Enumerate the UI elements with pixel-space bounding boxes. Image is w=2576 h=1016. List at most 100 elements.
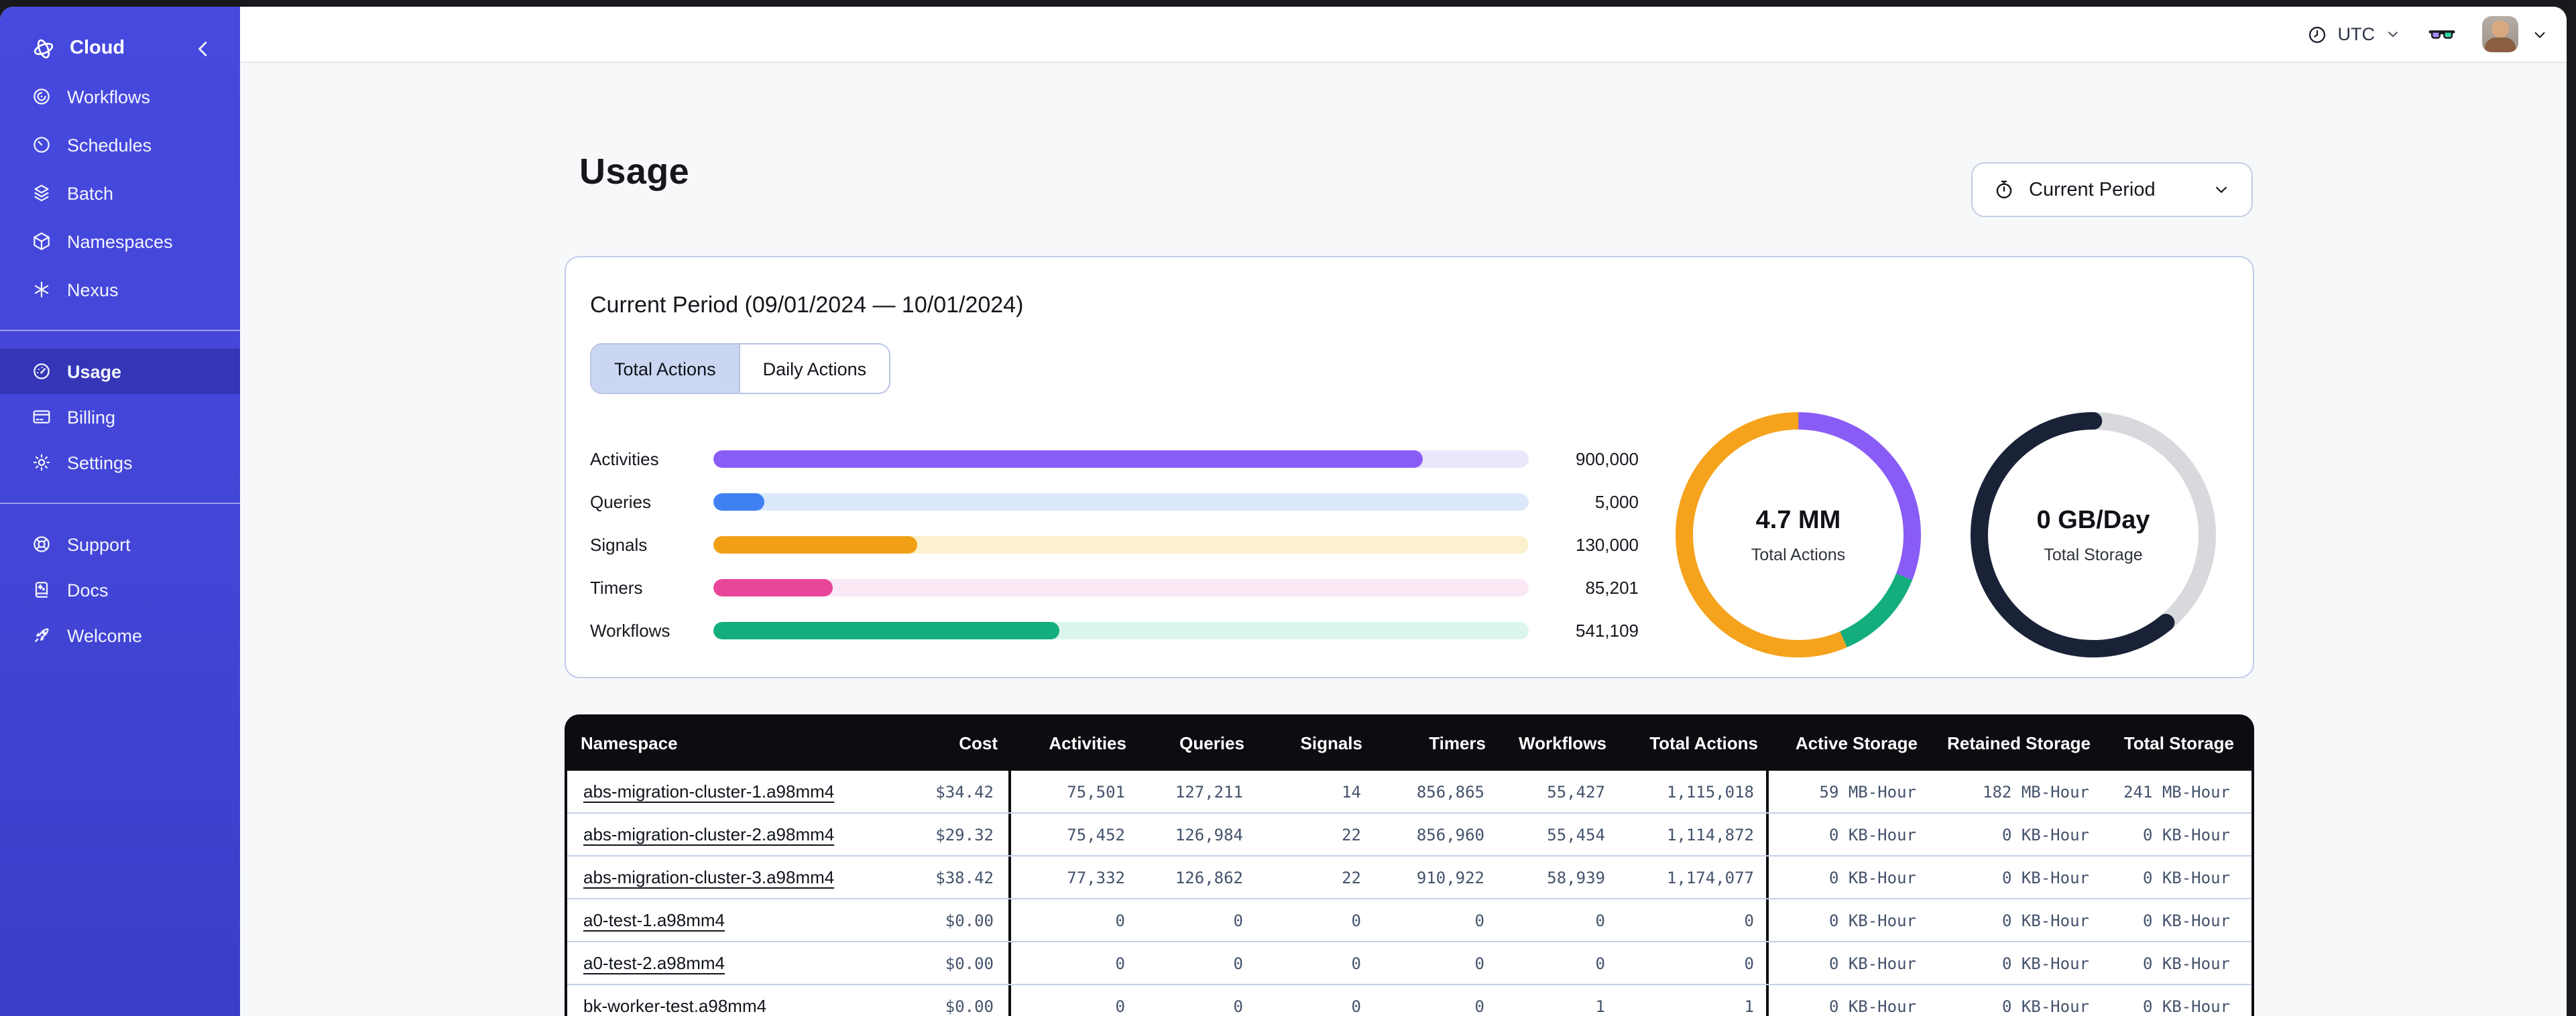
sidebar-item-billing[interactable]: Billing <box>0 394 240 440</box>
sidebar-item-nexus[interactable]: Nexus <box>0 265 240 314</box>
bar-value: 541,109 <box>1576 620 1639 640</box>
cell-signals: 0 <box>1351 911 1361 930</box>
cell-activities: 0 <box>1115 997 1125 1015</box>
glasses-icon[interactable] <box>2427 19 2457 49</box>
bar-fill <box>713 450 1423 467</box>
cell-timers: 0 <box>1474 997 1484 1015</box>
sidebar-group-help: Support Docs Welcome <box>0 521 240 658</box>
chevron-down-icon <box>2530 25 2549 44</box>
sidebar-group-account: Usage Billing Settings <box>0 348 240 485</box>
cell-timers: 856,960 <box>1416 825 1484 844</box>
table-row: abs-migration-cluster-1.a98mm4 $34.42 75,5… <box>567 771 2251 814</box>
sidebar-item-schedules[interactable]: Schedules <box>0 121 240 169</box>
cell-total-storage: 0 KB-Hour <box>2142 868 2230 887</box>
cell-total-actions: 1,174,077 <box>1617 856 1769 898</box>
sidebar-item-settings[interactable]: Settings <box>0 440 240 485</box>
docs-icon <box>31 579 52 600</box>
tab-daily-actions[interactable]: Daily Actions <box>738 344 890 393</box>
donut-center: 4.7 MM Total Actions <box>1674 410 1923 659</box>
table-row: abs-migration-cluster-3.a98mm4 $38.42 77,3… <box>567 856 2251 899</box>
sidebar-item-label: Schedules <box>67 135 152 155</box>
cell-activities: 75,452 <box>1067 825 1125 844</box>
bar-fill <box>713 621 1060 639</box>
cell-retained-storage: 0 KB-Hour <box>2001 997 2089 1015</box>
cell-activities: 0 <box>1115 911 1125 930</box>
cell-total-actions: 1,115,018 <box>1617 771 1769 812</box>
usage-card-title: Current Period (09/01/2024 — 10/01/2024) <box>590 292 1024 318</box>
cell-retained-storage: 0 KB-Hour <box>2001 868 2089 887</box>
namespace-link[interactable]: a0-test-2.a98mm4 <box>583 953 725 973</box>
sidebar-brand: Cloud <box>0 24 240 72</box>
namespaces-icon <box>31 231 52 252</box>
sidebar-item-label: Nexus <box>67 279 119 300</box>
sidebar: Cloud Workflows Schedules Batch Namespaces N… <box>0 7 240 1016</box>
sidebar-item-docs[interactable]: Docs <box>0 567 240 613</box>
cell-queries: 126,862 <box>1175 868 1243 887</box>
cell-workflows: 0 <box>1595 911 1605 930</box>
sidebar-item-workflows[interactable]: Workflows <box>0 72 240 121</box>
cell-total-actions: 1,114,872 <box>1617 814 1769 855</box>
account-menu[interactable] <box>2482 16 2549 52</box>
bar-row-queries: Queries 5,000 <box>581 480 1640 523</box>
donut-center: 0 GB/Day Total Storage <box>1969 410 2218 659</box>
bar-row-timers: Timers 85,201 <box>581 566 1640 609</box>
cell-namespace: a0-test-1.a98mm4 <box>567 899 866 941</box>
cell-cost: $0.00 <box>866 942 1011 984</box>
cell-cost: $0.00 <box>866 985 1011 1016</box>
cell-cost: $0.00 <box>866 899 1011 941</box>
sidebar-item-label: Billing <box>67 407 116 427</box>
brand-label: Cloud <box>70 38 125 59</box>
sidebar-collapse-button[interactable] <box>190 36 216 61</box>
cell-active-storage: 0 KB-Hour <box>1828 825 1916 844</box>
column-header-timers: Timers <box>1429 733 1486 753</box>
sidebar-group-main: Workflows Schedules Batch Namespaces Nexus <box>0 72 240 314</box>
donut-value: 0 GB/Day <box>2036 506 2150 534</box>
cell-timers: 910,922 <box>1416 868 1484 887</box>
namespace-link[interactable]: abs-migration-cluster-3.a98mm4 <box>583 867 834 887</box>
bar-track <box>713 535 1529 553</box>
cell-workflows: 55,427 <box>1547 782 1605 801</box>
batch-icon <box>31 182 52 204</box>
sidebar-item-batch[interactable]: Batch <box>0 169 240 217</box>
bar-track <box>713 621 1529 639</box>
cell-queries: 0 <box>1233 997 1243 1015</box>
namespace-link[interactable]: a0-test-1.a98mm4 <box>583 910 725 930</box>
cell-signals: 14 <box>1342 782 1361 801</box>
column-header-cost: Cost <box>959 733 998 753</box>
sidebar-item-welcome[interactable]: Welcome <box>0 613 240 658</box>
donut-label: Total Storage <box>2044 545 2143 564</box>
cell-active-storage: 59 MB-Hour <box>1819 782 1917 801</box>
cell-active-storage: 0 KB-Hour <box>1828 997 1916 1015</box>
sidebar-item-support[interactable]: Support <box>0 521 240 567</box>
column-header-active-storage: Active Storage <box>1795 733 1918 753</box>
namespace-link[interactable]: bk-worker-test.a98mm4 <box>583 996 766 1016</box>
cell-workflows: 0 <box>1595 954 1605 972</box>
namespace-link[interactable]: abs-migration-cluster-1.a98mm4 <box>583 781 834 802</box>
schedules-icon <box>31 134 52 155</box>
cell-queries: 127,211 <box>1175 782 1243 801</box>
workflows-icon <box>31 86 52 107</box>
table-row: bk-worker-test.a98mm4 $0.00 0 0 0 0 1 1 0 KB-Hou… <box>567 985 2251 1016</box>
namespace-link[interactable]: abs-migration-cluster-2.a98mm4 <box>583 824 834 844</box>
cell-total-actions: 0 <box>1617 942 1769 984</box>
cell-workflows: 58,939 <box>1547 868 1605 887</box>
sidebar-item-label: Batch <box>67 183 114 203</box>
bar-fill <box>713 535 917 553</box>
tab-total-actions[interactable]: Total Actions <box>591 344 739 393</box>
bar-row-signals: Signals 130,000 <box>581 523 1640 566</box>
settings-icon <box>31 452 52 473</box>
timezone-selector[interactable]: UTC <box>2307 23 2402 45</box>
cell-namespace: abs-migration-cluster-2.a98mm4 <box>567 814 866 855</box>
period-button-label: Current Period <box>2029 179 2156 200</box>
table-row: abs-migration-cluster-2.a98mm4 $29.32 75,4… <box>567 814 2251 856</box>
sidebar-item-usage[interactable]: Usage <box>0 348 240 394</box>
cell-cost: $34.42 <box>866 771 1011 812</box>
cell-retained-storage: 0 KB-Hour <box>2001 825 2089 844</box>
sidebar-item-label: Workflows <box>67 86 151 107</box>
total-actions-donut: 4.7 MM Total Actions <box>1674 410 1923 659</box>
period-selector-button[interactable]: Current Period <box>1971 162 2253 217</box>
cell-active-storage: 0 KB-Hour <box>1828 954 1916 972</box>
table-row: a0-test-2.a98mm4 $0.00 0 0 0 0 0 0 0 KB-Hour 0 KB… <box>567 942 2251 985</box>
cell-active-storage: 0 KB-Hour <box>1828 911 1916 930</box>
sidebar-item-namespaces[interactable]: Namespaces <box>0 217 240 265</box>
